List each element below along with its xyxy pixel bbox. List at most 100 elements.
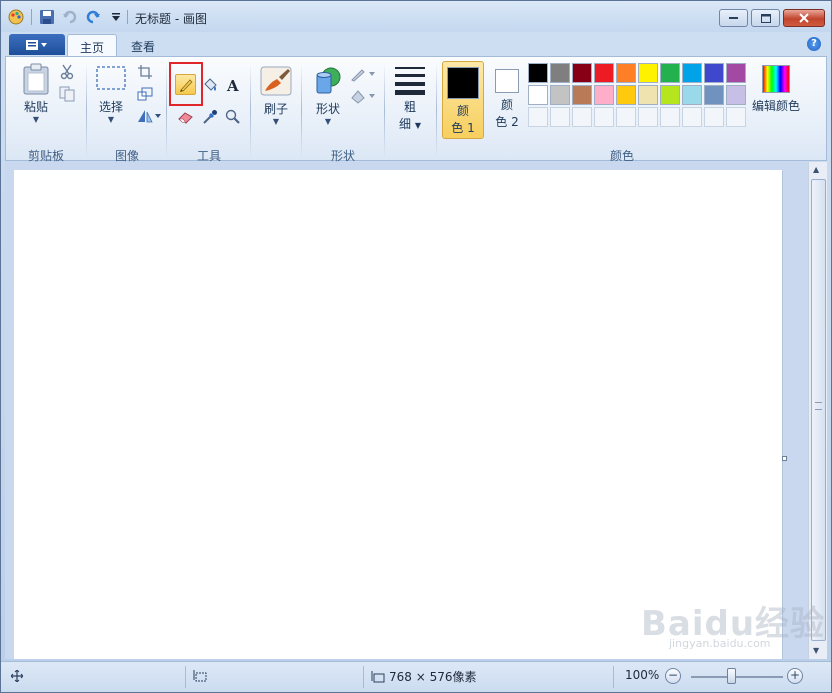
svg-text:A: A <box>226 77 239 93</box>
shapes-button[interactable]: 形状 ▼ <box>308 65 348 126</box>
status-separator <box>185 666 186 688</box>
palette-color-swatch[interactable] <box>550 85 570 105</box>
palette-color-swatch[interactable] <box>638 63 658 83</box>
cut-icon[interactable] <box>58 63 76 81</box>
palette-color-swatch[interactable] <box>550 107 570 127</box>
paste-dropdown-arrow[interactable]: ▼ <box>14 115 58 124</box>
status-bar: 768 × 576像素 100% − + <box>1 661 831 692</box>
color1-label-line2: 色 1 <box>451 121 475 135</box>
magnifier-tool[interactable] <box>222 106 243 127</box>
selection-size-icon <box>193 670 207 682</box>
rotate-icon[interactable] <box>136 107 162 125</box>
canvas-workspace <box>5 162 808 659</box>
brushes-dropdown-arrow[interactable]: ▼ <box>256 117 296 126</box>
color1-button[interactable]: 颜 色 1 <box>442 61 484 139</box>
palette-color-swatch[interactable] <box>660 85 680 105</box>
close-button[interactable] <box>783 9 825 27</box>
palette-color-swatch[interactable] <box>726 63 746 83</box>
palette-color-swatch[interactable] <box>726 85 746 105</box>
zoom-in-button[interactable]: + <box>787 668 803 684</box>
palette-color-swatch[interactable] <box>572 63 592 83</box>
resize-icon[interactable] <box>136 85 154 103</box>
paste-button[interactable]: 粘贴 ▼ <box>14 63 58 124</box>
minimize-icon <box>728 17 738 19</box>
palette-color-swatch[interactable] <box>704 85 724 105</box>
paint-menu-button[interactable] <box>9 34 65 55</box>
shapes-btn-label: 形状 <box>315 102 340 116</box>
ribbon-separator <box>384 63 385 159</box>
edit-colors-button[interactable]: 编辑颜色 <box>748 65 804 114</box>
color-picker-tool[interactable] <box>199 106 220 127</box>
scroll-down-arrow[interactable]: ▼ <box>813 646 819 655</box>
fill-shape-icon[interactable] <box>350 87 376 105</box>
brush-icon <box>260 66 292 96</box>
palette-color-swatch[interactable] <box>726 107 746 127</box>
palette-color-swatch[interactable] <box>704 107 724 127</box>
palette-color-swatch[interactable] <box>528 63 548 83</box>
zoom-slider-thumb[interactable] <box>727 668 736 684</box>
pencil-highlight-box <box>169 62 203 106</box>
palette-color-swatch[interactable] <box>682 85 702 105</box>
save-icon[interactable] <box>38 8 56 26</box>
quick-access-toolbar <box>7 8 130 26</box>
select-dropdown-arrow[interactable]: ▼ <box>92 115 130 124</box>
maximize-button[interactable] <box>751 9 780 27</box>
shapes-icon <box>316 67 341 94</box>
tab-home[interactable]: 主页 <box>67 34 118 57</box>
rainbow-icon <box>762 65 790 93</box>
palette-color-swatch[interactable] <box>638 107 658 127</box>
select-rect-icon <box>96 66 126 90</box>
window-controls <box>716 9 825 27</box>
select-button[interactable]: 选择 ▼ <box>92 65 130 124</box>
palette-color-swatch[interactable] <box>616 85 636 105</box>
paint-app-icon[interactable] <box>7 8 25 26</box>
palette-color-swatch[interactable] <box>572 85 592 105</box>
tab-view[interactable]: 查看 <box>119 34 167 57</box>
shapes-dropdown-arrow[interactable]: ▼ <box>308 117 348 126</box>
brushes-button[interactable]: 刷子 ▼ <box>256 65 296 126</box>
close-icon <box>799 13 809 23</box>
palette-color-swatch[interactable] <box>550 63 570 83</box>
palette-color-swatch[interactable] <box>616 107 636 127</box>
scrollbar-thumb[interactable] <box>811 179 826 641</box>
color2-label-line2: 色 2 <box>495 115 519 129</box>
palette-color-swatch[interactable] <box>638 85 658 105</box>
palette-color-swatch[interactable] <box>572 107 592 127</box>
canvas-dimensions: 768 × 576像素 <box>389 670 477 684</box>
color2-button[interactable]: 颜 色 2 <box>486 61 528 139</box>
cursor-position-icon <box>11 670 23 682</box>
palette-color-swatch[interactable] <box>616 63 636 83</box>
minimize-button[interactable] <box>719 9 748 27</box>
undo-icon[interactable] <box>61 8 79 26</box>
crop-icon[interactable] <box>136 63 154 81</box>
palette-color-swatch[interactable] <box>528 107 548 127</box>
zoom-slider-track[interactable] <box>691 676 783 678</box>
palette-color-swatch[interactable] <box>594 85 614 105</box>
redo-icon[interactable] <box>84 8 102 26</box>
palette-color-swatch[interactable] <box>594 107 614 127</box>
customize-qat-icon[interactable] <box>107 8 125 26</box>
zoom-out-button[interactable]: − <box>665 668 681 684</box>
qat-separator <box>31 9 32 25</box>
palette-color-swatch[interactable] <box>682 107 702 127</box>
vertical-scrollbar[interactable]: ▲ ▼ <box>808 162 827 659</box>
palette-color-swatch[interactable] <box>682 63 702 83</box>
eraser-tool[interactable] <box>175 106 196 127</box>
palette-color-swatch[interactable] <box>528 85 548 105</box>
drawing-canvas[interactable] <box>14 170 782 659</box>
canvas-resize-handle-right[interactable] <box>782 456 787 461</box>
copy-icon[interactable] <box>58 85 76 103</box>
ribbon-tab-row: 主页 查看 ? <box>1 32 831 57</box>
outline-icon[interactable] <box>350 65 376 83</box>
palette-color-swatch[interactable] <box>660 107 680 127</box>
size-button[interactable]: 粗 细 ▼ <box>390 65 430 132</box>
ribbon-separator <box>436 63 437 159</box>
size-dropdown-arrow[interactable]: ▼ <box>415 121 421 130</box>
color2-swatch <box>495 69 519 93</box>
palette-color-swatch[interactable] <box>704 63 724 83</box>
palette-color-swatch[interactable] <box>594 63 614 83</box>
text-tool[interactable]: A <box>222 74 243 95</box>
scroll-up-arrow[interactable]: ▲ <box>813 165 819 174</box>
help-icon[interactable]: ? <box>807 37 821 51</box>
palette-color-swatch[interactable] <box>660 63 680 83</box>
